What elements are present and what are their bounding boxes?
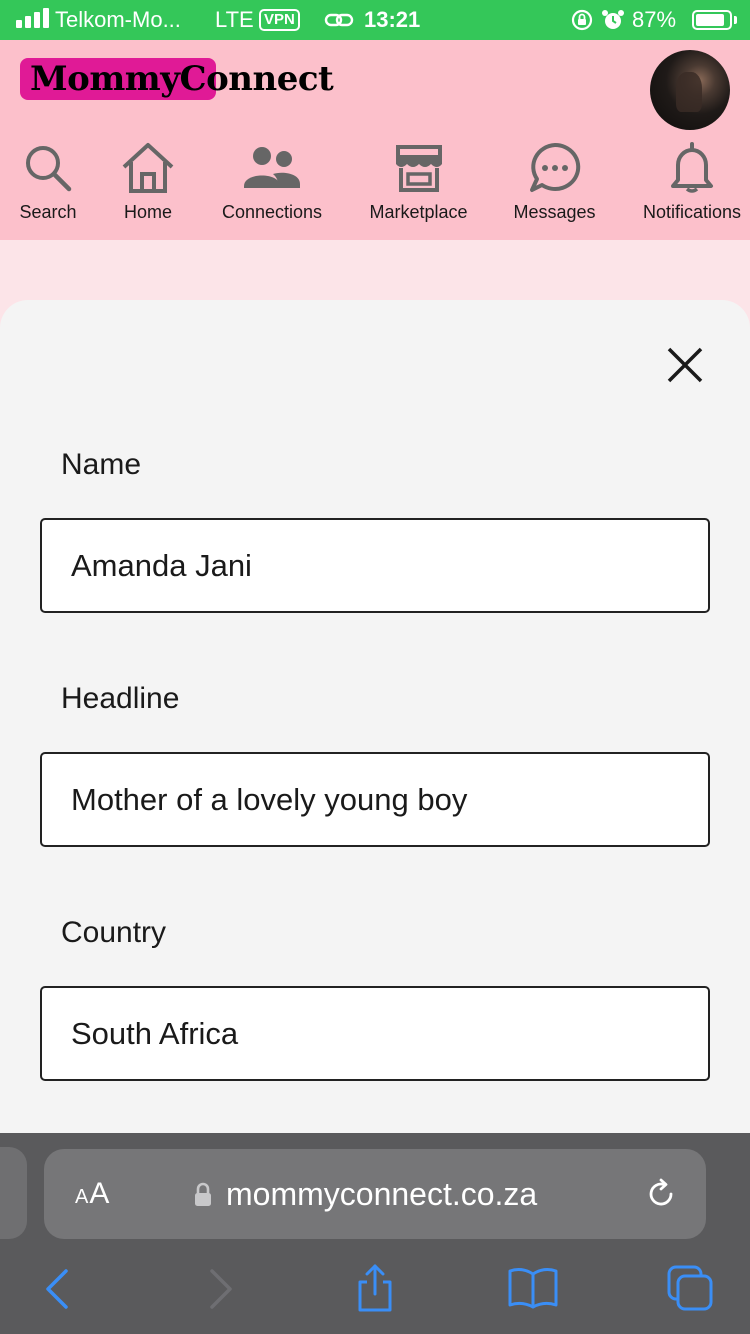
close-icon [667, 347, 703, 383]
share-icon [358, 1264, 392, 1312]
clock-time: 13:21 [364, 7, 421, 32]
nav-notifications[interactable]: Notifications [638, 140, 746, 230]
nav-messages-label: Messages [513, 202, 596, 222]
reload-icon[interactable] [644, 1177, 678, 1211]
link-icon [324, 0, 354, 40]
battery-percentage: 87% [632, 7, 677, 32]
edit-profile-modal: Name Headline Country [0, 300, 750, 1160]
previous-tab-preview[interactable] [0, 1147, 27, 1239]
tabs-icon [667, 1265, 713, 1311]
home-icon [122, 143, 174, 193]
book-icon [508, 1268, 558, 1309]
logo-text: MommyConnect [30, 59, 334, 99]
lock-icon [195, 1182, 211, 1206]
chevron-left-icon [46, 1269, 68, 1309]
search-icon [26, 146, 72, 192]
main-nav: Search Home Connections Marketplace Mess… [0, 140, 750, 230]
battery-icon [692, 0, 737, 40]
people-icon [244, 147, 300, 188]
chat-bubble-icon [529, 142, 580, 192]
carrier-name: Telkom-Mo... [55, 7, 181, 32]
nav-notifications-label: Notifications [642, 202, 742, 222]
chevron-right-icon [210, 1269, 232, 1309]
network-type: LTE [215, 7, 254, 32]
nav-connections-label: Connections [221, 202, 323, 222]
nav-search-label: Search [19, 202, 77, 222]
tabs-button[interactable] [665, 1263, 715, 1313]
signal-strength-icon [16, 0, 49, 40]
nav-messages[interactable]: Messages [511, 140, 598, 230]
close-button[interactable] [660, 340, 710, 390]
forward-button[interactable] [195, 1263, 245, 1313]
country-label: Country [61, 916, 167, 949]
name-field[interactable] [40, 518, 710, 613]
name-label: Name [61, 448, 142, 481]
nav-search[interactable]: Search [18, 140, 78, 230]
nav-marketplace-label: Marketplace [369, 202, 468, 222]
url-text: mommyconnect.co.za [226, 1175, 538, 1212]
bookmarks-button[interactable] [506, 1263, 560, 1313]
app-header: MommyConnect Search Home Connections Mar… [0, 40, 750, 240]
nav-home-label: Home [123, 202, 172, 222]
alarm-icon [601, 0, 625, 40]
country-field[interactable] [40, 986, 710, 1081]
address-bar[interactable]: AA mommyconnect.co.za [44, 1149, 706, 1239]
status-bar: Telkom-Mo... LTE VPN 13:21 87% [0, 0, 750, 40]
avatar[interactable] [650, 50, 730, 130]
nav-connections[interactable]: Connections [219, 140, 325, 230]
headline-field[interactable] [40, 752, 710, 847]
reader-settings-button[interactable]: AA [75, 1149, 109, 1239]
browser-chrome: AA mommyconnect.co.za [0, 1133, 750, 1334]
rotation-lock-icon [570, 0, 594, 40]
bell-icon [671, 142, 713, 193]
vpn-label: VPN [259, 9, 300, 31]
nav-home[interactable]: Home [120, 140, 176, 230]
share-button[interactable] [350, 1263, 400, 1313]
store-icon [395, 145, 442, 192]
vpn-badge: VPN [259, 0, 300, 40]
headline-label: Headline [61, 682, 180, 715]
nav-marketplace[interactable]: Marketplace [366, 140, 471, 230]
back-button[interactable] [33, 1263, 83, 1313]
